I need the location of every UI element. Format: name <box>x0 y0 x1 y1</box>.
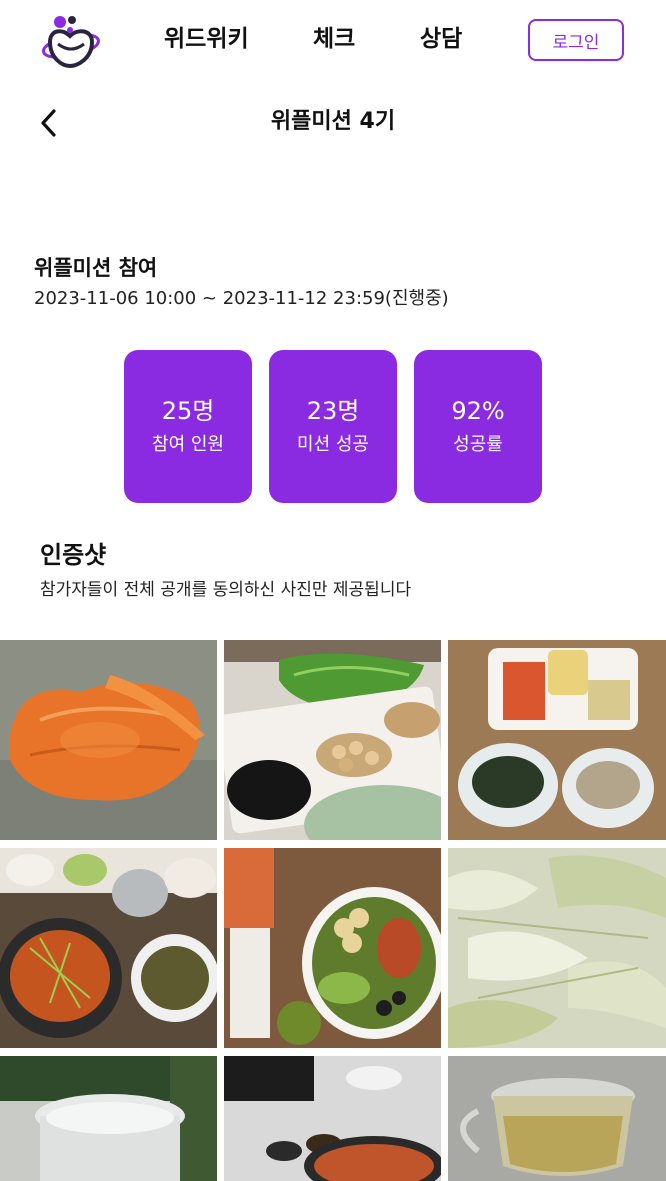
stat-label: 참여 인원 <box>152 433 224 455</box>
cert-photo-tea-cup[interactable] <box>448 1056 666 1181</box>
cert-photo-stir-fry[interactable] <box>0 848 217 1048</box>
cert-photo-glass-of-water[interactable] <box>0 1056 217 1181</box>
cert-section-title: 인증샷 <box>40 541 107 569</box>
cert-photo-cabbage[interactable] <box>448 848 666 1048</box>
stat-label: 미션 성공 <box>297 433 369 455</box>
cert-section-description: 참가자들이 전체 공개를 동의하신 사진만 제공됩니다 <box>40 580 412 600</box>
stat-value: 92% <box>451 396 505 425</box>
stat-label: 성공률 <box>453 433 503 455</box>
participation-period: 2023-11-06 10:00 ~ 2023-11-12 23:59(진행중) <box>34 288 449 309</box>
cert-photo-tangerine[interactable] <box>0 640 217 840</box>
nav-item-counsel[interactable]: 상담 <box>420 22 462 56</box>
stat-card-participants: 25명 참여 인원 <box>124 350 252 503</box>
logo[interactable] <box>38 12 102 70</box>
stat-value: 25명 <box>161 396 215 425</box>
stat-card-success-rate: 92% 성공률 <box>414 350 542 503</box>
cert-photo-restaurant-meal[interactable] <box>224 1056 441 1181</box>
participation-title: 위플미션 참여 <box>34 256 158 280</box>
nav-item-check[interactable]: 체크 <box>313 22 355 56</box>
page-title: 위플미션 4기 <box>270 109 396 134</box>
cert-photo-salad-bowl[interactable] <box>224 848 441 1048</box>
cert-photo-lunchbox[interactable] <box>448 640 666 840</box>
stat-card-success: 23명 미션 성공 <box>269 350 397 503</box>
cert-photo-side-dishes[interactable] <box>224 640 441 840</box>
login-button[interactable]: 로그인 <box>528 19 624 61</box>
logo-icon <box>42 16 100 69</box>
nav-item-withwiki[interactable]: 위드위키 <box>164 22 249 56</box>
stat-value: 23명 <box>306 396 360 425</box>
